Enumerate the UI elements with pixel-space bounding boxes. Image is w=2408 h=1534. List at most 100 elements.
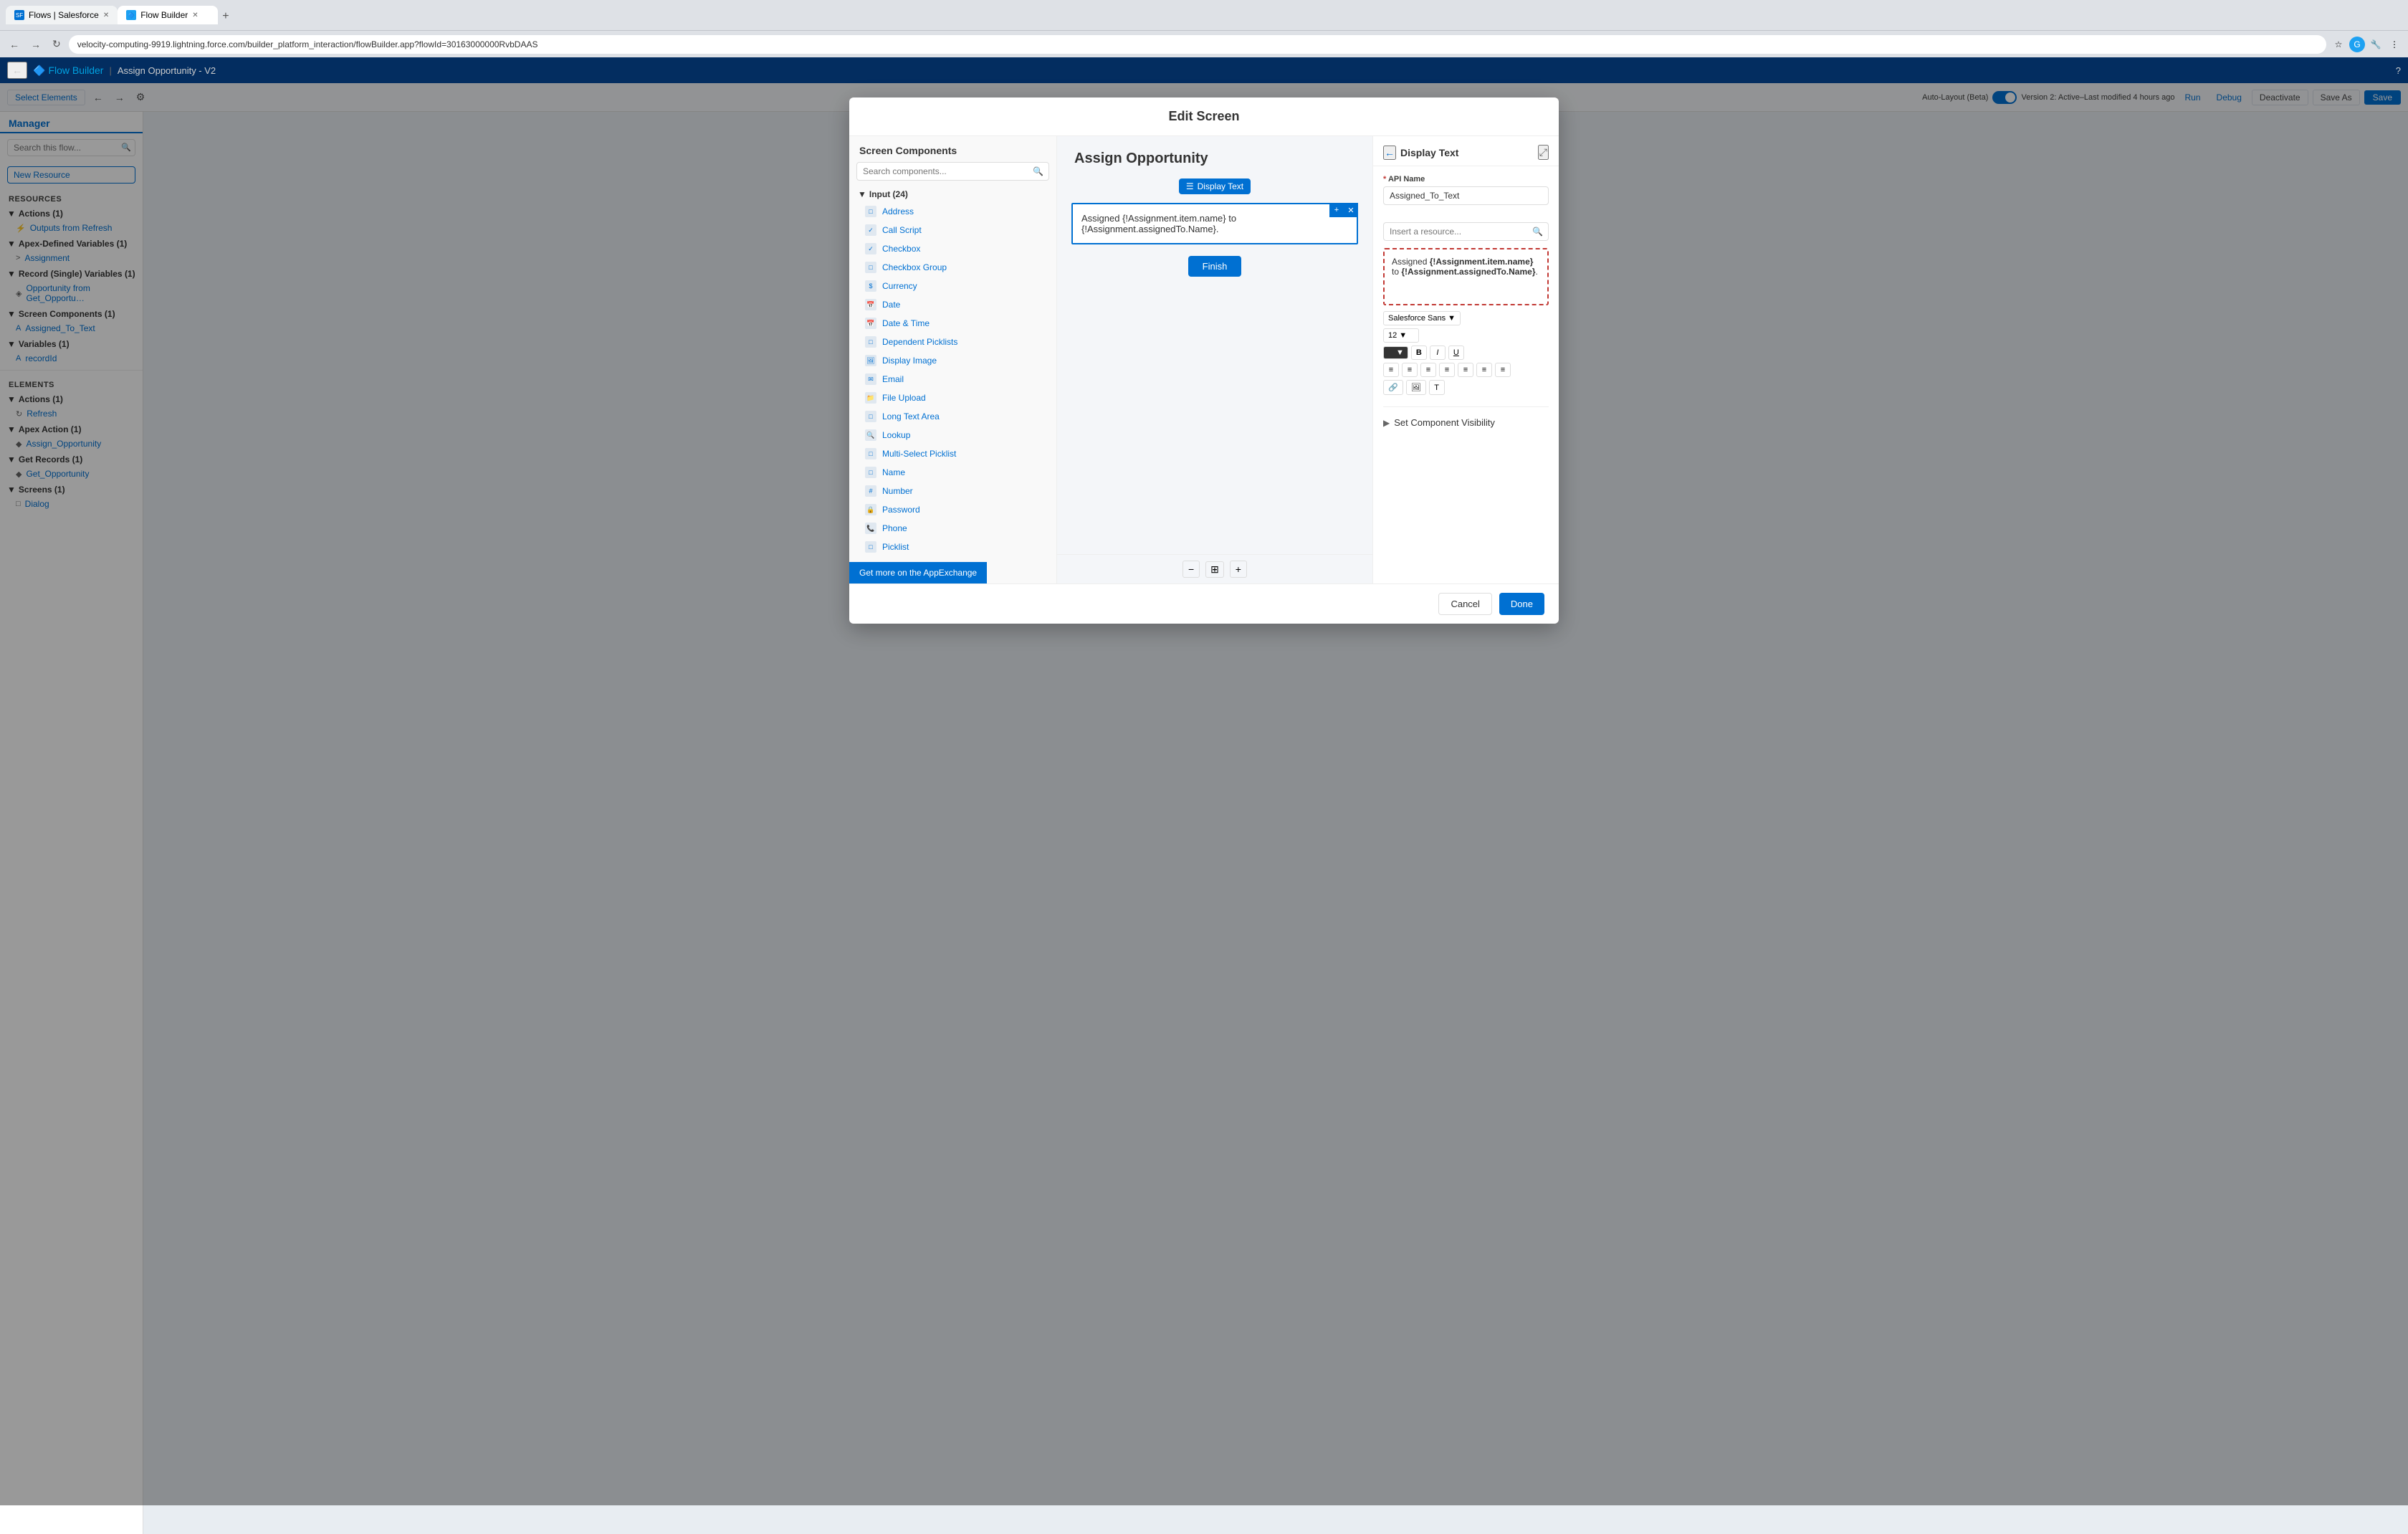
extensions-button[interactable]: 🔧 — [2368, 37, 2384, 52]
finish-button[interactable]: Finish — [1188, 256, 1242, 277]
text-color-button[interactable]: ▼ — [1383, 346, 1408, 359]
display-text-pill[interactable]: ☰ Display Text — [1179, 178, 1251, 194]
ordered-list-button[interactable]: ≡ — [1383, 363, 1399, 377]
image-button[interactable]: 🖼 — [1406, 380, 1426, 395]
flow-builder-favicon: 🔷 — [126, 10, 136, 20]
component-display-image[interactable]: 🖼 Display Image — [849, 351, 1056, 370]
zoom-in-button[interactable]: + — [1230, 561, 1247, 578]
api-name-input[interactable] — [1383, 186, 1549, 205]
modal-title: Edit Screen — [1168, 109, 1239, 123]
number-icon: # — [865, 485, 876, 497]
app-back-button[interactable]: ← — [7, 62, 27, 79]
component-email[interactable]: ✉ Email — [849, 370, 1056, 389]
properties-header: ← Display Text ⤢ — [1373, 136, 1559, 166]
account-button[interactable]: G — [2349, 37, 2365, 52]
resource-section: 🔍 Assigned {!Assignment.item.name} to {!… — [1373, 214, 1559, 404]
component-date[interactable]: 📅 Date — [849, 295, 1056, 314]
tab-flow-builder[interactable]: 🔷 Flow Builder ✕ — [118, 6, 218, 24]
align-right-button[interactable]: ≡ — [1495, 363, 1511, 377]
properties-panel: ← Display Text ⤢ * API Name 🔍 — [1372, 136, 1559, 583]
zoom-out-button[interactable]: − — [1182, 561, 1200, 578]
browser-actions: ☆ G 🔧 ⋮ — [2331, 37, 2402, 52]
call-script-icon: ✓ — [865, 224, 876, 236]
lookup-icon: 🔍 — [865, 429, 876, 441]
modal-body: Screen Components 🔍 ▼ Input (24) □ Addre… — [849, 136, 1559, 583]
add-tab-button[interactable]: + — [218, 9, 233, 24]
component-multi-select-picklist[interactable]: □ Multi-Select Picklist — [849, 444, 1056, 463]
text-format-button[interactable]: T — [1429, 380, 1445, 395]
component-currency[interactable]: $ Currency — [849, 277, 1056, 295]
align-left-button[interactable]: ≡ — [1458, 363, 1473, 377]
font-family-select[interactable]: Salesforce Sans ▼ — [1383, 311, 1461, 325]
star-button[interactable]: ☆ — [2331, 37, 2346, 52]
settings-button[interactable]: ⋮ — [2386, 37, 2402, 52]
font-size-select[interactable]: 12 ▼ — [1383, 328, 1419, 343]
font-size-label: 12 — [1388, 331, 1397, 340]
component-checkbox-group[interactable]: □ Checkbox Group — [849, 258, 1056, 277]
set-visibility-section[interactable]: ▶ Set Component Visibility — [1373, 410, 1559, 435]
indent-button[interactable]: ≡ — [1420, 363, 1436, 377]
component-label: Password — [882, 505, 920, 515]
components-search: 🔍 — [856, 162, 1049, 181]
components-panel: Screen Components 🔍 ▼ Input (24) □ Addre… — [849, 136, 1057, 583]
component-label: File Upload — [882, 393, 926, 403]
outdent-button[interactable]: ≡ — [1439, 363, 1455, 377]
tab-flows-close[interactable]: ✕ — [103, 11, 109, 19]
component-address[interactable]: □ Address — [849, 202, 1056, 221]
component-text: Assigned {!Assignment.item.name} to {!As… — [1081, 213, 1348, 234]
tab-flows[interactable]: SF Flows | Salesforce ✕ — [6, 6, 118, 24]
forward-button[interactable]: → — [27, 37, 44, 52]
size-format-toolbar: 12 ▼ — [1383, 328, 1549, 343]
tab-flow-builder-close[interactable]: ✕ — [192, 11, 198, 19]
modal-footer: Cancel Done — [849, 583, 1559, 624]
api-name-required: * — [1383, 175, 1388, 184]
align-row: ≡ ≡ ≡ ≡ ≡ ≡ ≡ — [1383, 363, 1549, 377]
canvas-zoom: − ⊞ + — [1057, 554, 1372, 583]
properties-back-button[interactable]: ← — [1383, 146, 1396, 160]
component-checkbox[interactable]: ✓ Checkbox — [849, 239, 1056, 258]
component-label: Phone — [882, 523, 907, 533]
component-number[interactable]: # Number — [849, 482, 1056, 500]
component-call-script[interactable]: ✓ Call Script — [849, 221, 1056, 239]
done-button[interactable]: Done — [1499, 593, 1544, 615]
underline-icon: U — [1453, 348, 1459, 357]
file-upload-icon: 📁 — [865, 392, 876, 404]
address-input[interactable] — [69, 35, 2326, 54]
currency-icon: $ — [865, 280, 876, 292]
link-button[interactable]: 🔗 — [1383, 380, 1403, 395]
italic-button[interactable]: I — [1430, 346, 1446, 360]
bold-button[interactable]: B — [1411, 346, 1427, 360]
display-image-icon: 🖼 — [865, 355, 876, 366]
components-group-input-header[interactable]: ▼ Input (24) — [849, 186, 1056, 202]
canvas-component-box[interactable]: + ✕ Assigned {!Assignment.item.name} to … — [1071, 203, 1358, 244]
app-logo-label: Flow Builder — [48, 65, 103, 76]
component-dependent-picklists[interactable]: □ Dependent Picklists — [849, 333, 1056, 351]
back-button[interactable]: ← — [6, 37, 23, 52]
rich-text-area[interactable]: Assigned {!Assignment.item.name} to {!As… — [1383, 248, 1549, 305]
browser-chrome: SF Flows | Salesforce ✕ 🔷 Flow Builder ✕… — [0, 0, 2408, 30]
reload-button[interactable]: ↻ — [49, 36, 64, 52]
component-add-button[interactable]: + — [1329, 203, 1344, 217]
unordered-list-button[interactable]: ≡ — [1402, 363, 1418, 377]
component-file-upload[interactable]: 📁 File Upload — [849, 389, 1056, 407]
component-label: Address — [882, 206, 914, 216]
component-delete-button[interactable]: ✕ — [1344, 203, 1358, 217]
component-long-text-area[interactable]: □ Long Text Area — [849, 407, 1056, 426]
components-search-input[interactable] — [856, 162, 1049, 181]
component-phone[interactable]: 📞 Phone — [849, 519, 1056, 538]
component-picklist[interactable]: □ Picklist — [849, 538, 1056, 556]
component-name[interactable]: □ Name — [849, 463, 1056, 482]
component-date-time[interactable]: 📅 Date & Time — [849, 314, 1056, 333]
underline-button[interactable]: U — [1448, 346, 1464, 360]
component-lookup[interactable]: 🔍 Lookup — [849, 426, 1056, 444]
cancel-button[interactable]: Cancel — [1438, 593, 1491, 615]
zoom-fit-button[interactable]: ⊞ — [1205, 561, 1224, 578]
properties-expand-button[interactable]: ⤢ — [1538, 145, 1549, 160]
component-label: Long Text Area — [882, 411, 940, 421]
resource-search-input[interactable] — [1383, 222, 1549, 241]
component-password[interactable]: 🔒 Password — [849, 500, 1056, 519]
properties-title: Display Text — [1400, 147, 1458, 158]
align-center-button[interactable]: ≡ — [1476, 363, 1492, 377]
appexchange-button[interactable]: Get more on the AppExchange — [849, 562, 987, 583]
help-button[interactable]: ? — [2396, 65, 2401, 76]
